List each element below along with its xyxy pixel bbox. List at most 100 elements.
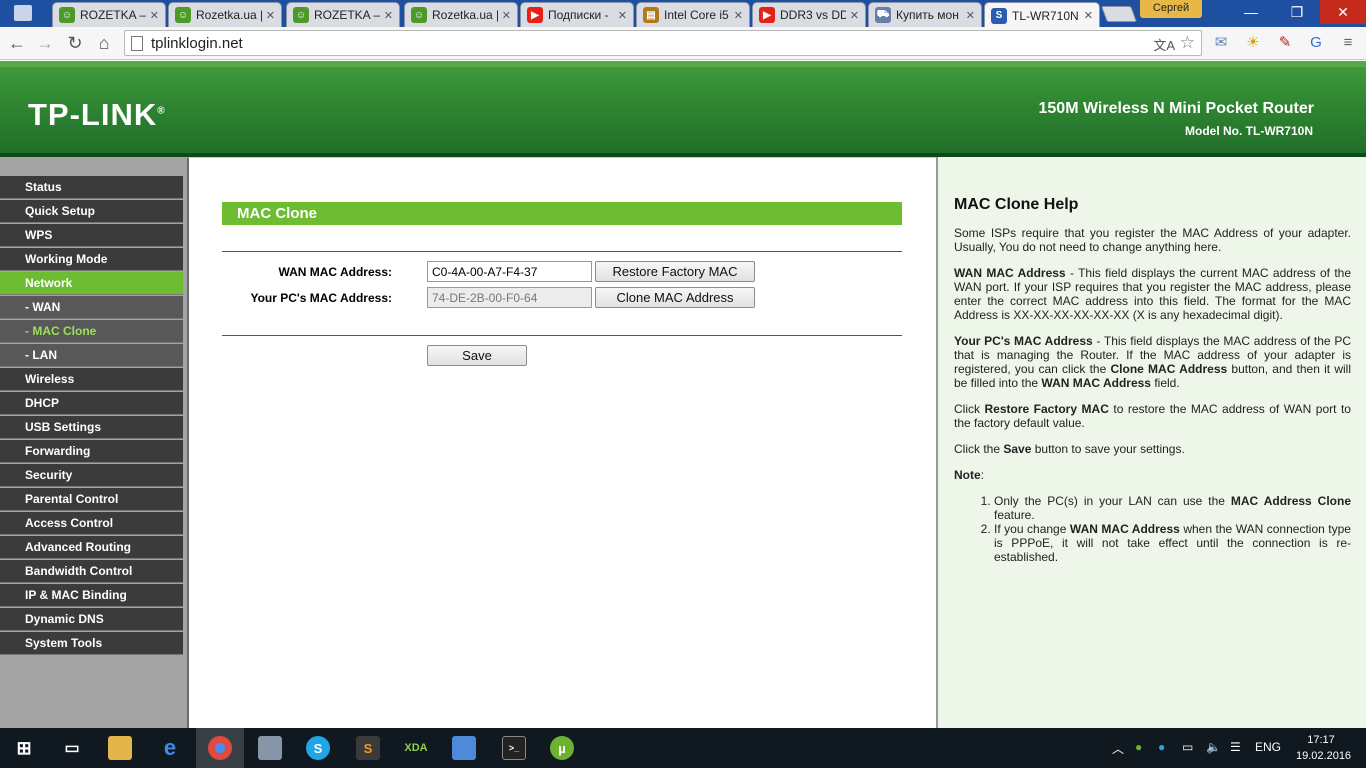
address-bar[interactable]: 文A ☆ — [124, 30, 1202, 56]
browser-tab[interactable]: ☺ ROZETKA — ✕ — [286, 2, 400, 27]
edge-icon[interactable]: e — [158, 735, 182, 760]
battery-icon[interactable]: ▭ — [1182, 740, 1193, 754]
menu-item-access-control[interactable]: Access Control — [0, 512, 183, 535]
tab-close-icon[interactable]: ✕ — [384, 9, 393, 22]
menu-item-wan[interactable]: - WAN — [0, 296, 183, 319]
menu-item-dynamic-dns[interactable]: Dynamic DNS — [0, 608, 183, 631]
browser-tab[interactable]: ▶ DDR3 vs DD ✕ — [752, 2, 866, 27]
tab-close-icon[interactable]: ✕ — [150, 9, 159, 22]
save-button[interactable]: Save — [427, 345, 527, 366]
minimize-icon[interactable]: — — [1228, 0, 1274, 24]
help-intro: Some ISPs require that you register the … — [954, 226, 1351, 254]
menu-item-working-mode[interactable]: Working Mode — [0, 248, 183, 271]
menu-item-lan[interactable]: - LAN — [0, 344, 183, 367]
help-term: WAN MAC Address — [1069, 522, 1180, 536]
reload-icon[interactable]: ↻ — [64, 32, 86, 54]
help-term: Save — [1003, 442, 1032, 456]
tab-close-icon[interactable]: ✕ — [266, 9, 275, 22]
clock[interactable]: 17:17 19.02.2016 — [1296, 732, 1351, 764]
language-indicator[interactable]: ENG — [1255, 740, 1281, 754]
help-term: WAN MAC Address — [1041, 376, 1151, 390]
translate-icon[interactable]: 文A — [1153, 35, 1175, 54]
weather-icon[interactable]: ☀ — [1243, 33, 1263, 53]
sublime-icon[interactable]: S — [356, 736, 380, 760]
tab-close-icon[interactable]: ✕ — [1084, 9, 1093, 22]
menu-item-network[interactable]: Network — [0, 272, 183, 295]
terminal-icon[interactable]: >_ — [502, 736, 526, 760]
help-text: field. — [1150, 376, 1180, 390]
menu-item-usb-settings[interactable]: USB Settings — [0, 416, 183, 439]
tab-close-icon[interactable]: ✕ — [618, 9, 627, 22]
menu-item-wireless[interactable]: Wireless — [0, 368, 183, 391]
browser-tab[interactable]: ⛟ Купить мон ✕ — [868, 2, 982, 27]
divider — [222, 251, 902, 252]
utorrent-icon[interactable]: µ — [550, 736, 574, 760]
note-colon: : — [980, 468, 985, 482]
menu-item-status[interactable]: Status — [0, 176, 183, 199]
menu-item-advanced-routing[interactable]: Advanced Routing — [0, 536, 183, 559]
system-app-icon[interactable] — [258, 736, 282, 760]
tab-title: Rozetka.ua | — [432, 8, 498, 22]
volume-icon[interactable]: 🔈 — [1206, 740, 1221, 754]
utorrent-tray-icon[interactable]: ● — [1135, 740, 1142, 754]
wan-mac-input[interactable] — [427, 261, 592, 282]
restore-factory-mac-button[interactable]: Restore Factory MAC — [595, 261, 755, 282]
google-translate-icon[interactable]: G — [1306, 33, 1326, 53]
browser-tab[interactable]: ☺ Rozetka.ua | ✕ — [404, 2, 518, 27]
tab-close-icon[interactable]: ✕ — [966, 9, 975, 22]
skype-icon[interactable]: S — [306, 736, 330, 760]
close-window-icon[interactable]: ✕ — [1320, 0, 1366, 24]
maximize-icon[interactable]: ❐ — [1274, 0, 1320, 24]
tab-title: ROZETKA — — [80, 8, 146, 22]
s-icon: S — [991, 7, 1007, 24]
tab-close-icon[interactable]: ✕ — [850, 9, 859, 22]
task-view-icon[interactable]: ▭ — [60, 736, 84, 760]
forward-icon[interactable]: → — [34, 32, 56, 54]
tab-close-icon[interactable]: ✕ — [502, 9, 511, 22]
chrome-icon[interactable] — [208, 736, 232, 760]
browser-tab-active[interactable]: S TL-WR710N ✕ — [984, 2, 1100, 28]
browser-tab[interactable]: ☺ Rozetka.ua | ✕ — [168, 2, 282, 27]
menu-item-quick-setup[interactable]: Quick Setup — [0, 200, 183, 223]
back-icon[interactable]: ← — [6, 32, 28, 54]
menu-item-security[interactable]: Security — [0, 464, 183, 487]
help-wan-paragraph: WAN MAC Address - This field displays th… — [954, 266, 1351, 322]
menu-item-system-tools[interactable]: System Tools — [0, 632, 183, 655]
browser-tab-strip: ☺ ROZETKA — ✕ ☺ Rozetka.ua | ✕ ☺ ROZETKA… — [0, 0, 1366, 28]
menu-item-wps[interactable]: WPS — [0, 224, 183, 247]
tab-close-icon[interactable]: ✕ — [734, 9, 743, 22]
bookmark-star-icon[interactable]: ☆ — [1180, 33, 1195, 53]
new-tab-button[interactable] — [1101, 6, 1137, 22]
help-pc-paragraph: Your PC's MAC Address - This field displ… — [954, 334, 1351, 390]
control-panel-icon[interactable] — [452, 736, 476, 760]
browser-tab[interactable]: ▶ Подписки - ✕ — [520, 2, 634, 27]
clone-mac-address-button[interactable]: Clone MAC Address — [595, 287, 755, 308]
home-icon[interactable]: ⌂ — [93, 32, 115, 54]
url-input[interactable] — [151, 34, 1151, 52]
browser-tab[interactable]: ☺ ROZETKA — ✕ — [52, 2, 166, 27]
skype-tray-icon[interactable]: ● — [1158, 740, 1165, 754]
browser-tab[interactable]: ▤ Intel Core i5 ✕ — [636, 2, 750, 27]
menu-item-parental-control[interactable]: Parental Control — [0, 488, 183, 511]
tab-title: TL-WR710N — [1012, 8, 1079, 23]
windows-start-icon[interactable]: ⊞ — [12, 736, 36, 760]
tray-chevron-icon[interactable]: ︿ — [1112, 740, 1124, 757]
chrome-menu-icon[interactable]: ≡ — [1338, 33, 1358, 53]
menu-item-bandwidth-control[interactable]: Bandwidth Control — [0, 560, 183, 583]
menu-item-ip-mac-binding[interactable]: IP & MAC Binding — [0, 584, 183, 607]
tp-link-logo: TP-LINK® — [28, 97, 166, 132]
menu-item-dhcp[interactable]: DHCP — [0, 392, 183, 415]
xda-icon[interactable]: XDA — [404, 736, 428, 760]
menu-item-forwarding[interactable]: Forwarding — [0, 440, 183, 463]
help-term: Restore Factory MAC — [984, 402, 1109, 416]
profile-button[interactable]: Сергей — [1140, 0, 1202, 18]
window-menu-icon[interactable] — [14, 5, 32, 21]
file-explorer-icon[interactable] — [108, 736, 132, 760]
product-name: 150M Wireless N Mini Pocket Router — [1038, 100, 1315, 117]
rozetka-frog-icon: ☺ — [411, 7, 427, 23]
mail-icon[interactable]: ✉ — [1211, 33, 1231, 53]
menu-item-mac-clone[interactable]: - MAC Clone — [0, 320, 183, 343]
notifications-icon[interactable]: ☰ — [1230, 740, 1241, 754]
left-navigation-menu: Status Quick Setup WPS Working Mode Netw… — [0, 157, 187, 728]
pen-icon[interactable]: ✎ — [1275, 33, 1295, 53]
